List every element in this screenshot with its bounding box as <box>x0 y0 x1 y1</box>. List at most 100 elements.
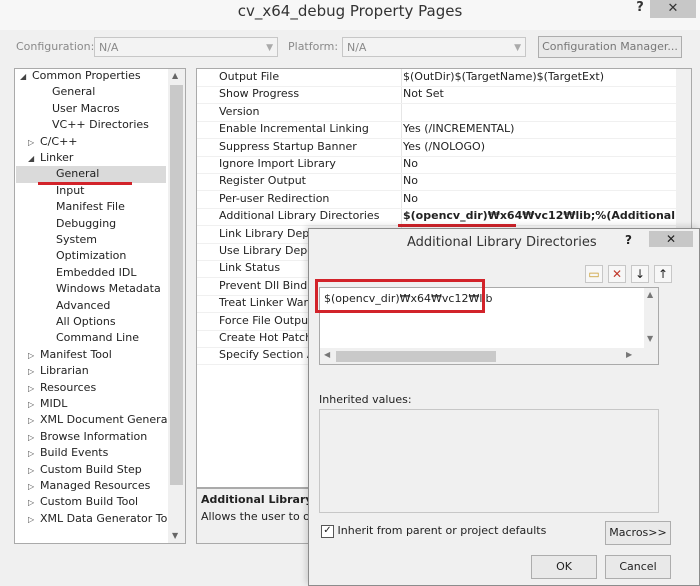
collapse-icon[interactable]: ◢ <box>20 69 32 85</box>
expand-icon[interactable]: ▷ <box>28 479 40 495</box>
expand-icon[interactable]: ▷ <box>28 512 40 528</box>
inherit-checkbox[interactable]: ✓ <box>321 524 334 538</box>
tree-item[interactable]: Embedded IDL <box>44 265 136 281</box>
tree-item[interactable]: ▷ C/C++ <box>28 134 78 150</box>
tree-item[interactable]: ◢ Common Properties <box>20 68 141 84</box>
tree-item[interactable]: ▷ Custom Build Tool <box>28 494 138 510</box>
tree-item[interactable]: Windows Metadata <box>44 281 161 297</box>
macros-button[interactable]: Macros>> <box>605 521 671 545</box>
tree-item[interactable]: Input <box>44 183 84 199</box>
property-row[interactable]: Show Progress Not Set <box>197 86 691 105</box>
move-down-icon[interactable]: ↓ <box>631 265 649 283</box>
tree-item[interactable]: ▷ Resources <box>28 380 96 396</box>
property-row[interactable]: Ignore Import Library No <box>197 156 691 174</box>
configuration-manager-button[interactable]: Configuration Manager... <box>538 36 682 58</box>
property-value[interactable]: Not Set <box>403 87 444 100</box>
tree-item[interactable]: ▷ Custom Build Step <box>28 462 142 478</box>
tree-item[interactable]: Debugging <box>44 216 116 232</box>
inherit-checkbox-row[interactable]: ✓ Inherit from parent or project default… <box>321 524 546 538</box>
configuration-select[interactable]: N/A ▼ <box>94 37 278 57</box>
tree-item[interactable]: Optimization <box>44 248 126 264</box>
cancel-button[interactable]: Cancel <box>605 555 671 579</box>
list-hscroll-thumb[interactable] <box>336 351 496 362</box>
chevron-down-icon: ▼ <box>514 43 521 53</box>
dialog-title: Additional Library Directories <box>407 235 597 250</box>
list-vscrollbar[interactable]: ▲ ▼ <box>644 288 658 348</box>
help-icon[interactable]: ? <box>630 0 650 20</box>
tree-item[interactable]: ▷ Build Events <box>28 445 108 461</box>
expand-icon[interactable]: ▷ <box>28 463 40 479</box>
scroll-down-icon[interactable]: ▼ <box>647 334 653 343</box>
close-button[interactable]: ✕ <box>650 0 696 18</box>
expand-icon[interactable]: ▷ <box>28 446 40 462</box>
tree-item-label: C/C++ <box>40 134 78 148</box>
tree-item[interactable]: System <box>44 232 97 248</box>
tree-item[interactable]: ▷ Manifest Tool <box>28 347 112 363</box>
tree-item[interactable]: ▷ Managed Resources <box>28 478 150 494</box>
delete-icon[interactable]: ✕ <box>608 265 626 283</box>
new-folder-icon[interactable]: ▭ <box>585 265 603 283</box>
tree-item[interactable]: General <box>40 84 95 100</box>
list-hscrollbar[interactable]: ◀ ▶ <box>320 348 658 364</box>
property-name: Use Library Depen <box>219 244 321 257</box>
scroll-up-icon[interactable]: ▲ <box>172 71 178 80</box>
property-row[interactable]: Register Output No <box>197 173 691 192</box>
property-row[interactable]: Enable Incremental Linking Yes (/INCREMEN… <box>197 121 691 140</box>
tree-item-label: MIDL <box>40 397 68 410</box>
property-row[interactable]: Output File $(OutDir)$(TargetName)$(Targe… <box>197 69 691 87</box>
tree-item[interactable]: ▷ XML Document Genera <box>28 412 167 428</box>
expand-icon[interactable]: ▷ <box>28 495 40 511</box>
expand-icon[interactable]: ▷ <box>28 381 40 397</box>
tree-scroll-thumb[interactable] <box>170 85 183 485</box>
tree-item[interactable]: All Options <box>44 314 116 330</box>
property-value[interactable]: $(OutDir)$(TargetName)$(TargetExt) <box>403 70 604 83</box>
tree-scrollbar[interactable]: ▲ ▼ <box>168 69 185 543</box>
scroll-right-icon[interactable]: ▶ <box>626 350 632 359</box>
tree-item[interactable]: ▷ XML Data Generator To <box>28 511 167 527</box>
property-value[interactable]: Yes (/INCREMENTAL) <box>403 122 514 135</box>
tree-item[interactable]: User Macros <box>40 101 120 117</box>
tree-item[interactable]: General <box>44 166 99 182</box>
tree-item-label: XML Document Genera <box>40 413 168 427</box>
expand-icon[interactable]: ▷ <box>28 430 40 446</box>
tree-item-label: Librarian <box>40 364 89 378</box>
tree-item-label: Command Line <box>56 331 139 345</box>
collapse-icon[interactable]: ◢ <box>28 151 40 167</box>
property-row[interactable]: Version <box>197 104 691 122</box>
tree-item[interactable]: ▷ MIDL <box>28 396 67 412</box>
property-name: Treat Linker Warni <box>219 296 318 310</box>
dialog-close-button[interactable]: ✕ <box>649 231 693 247</box>
move-up-icon[interactable]: ↑ <box>654 265 672 283</box>
tree-item-label: All Options <box>56 315 116 328</box>
property-value[interactable]: No <box>403 174 418 187</box>
property-value[interactable]: No <box>403 157 418 170</box>
tree-item-label: Input <box>56 183 85 197</box>
property-name: Force File Output <box>219 313 313 327</box>
tree-item[interactable]: Command Line <box>44 330 139 346</box>
property-value[interactable]: No <box>403 192 418 205</box>
expand-icon[interactable]: ▷ <box>28 135 40 151</box>
ok-button[interactable]: OK <box>531 555 597 579</box>
tree-item[interactable]: Advanced <box>44 298 110 314</box>
tree-item[interactable]: ▷ Browse Information <box>28 429 147 445</box>
property-value[interactable]: Yes (/NOLOGO) <box>403 140 485 153</box>
property-name: Prevent Dll Bindin <box>219 278 318 292</box>
dialog-help-icon[interactable]: ? <box>625 233 632 247</box>
tree-item[interactable]: VC++ Directories <box>40 117 149 133</box>
tree-item[interactable]: ▷ Librarian <box>28 363 89 379</box>
tree-item[interactable]: Manifest File <box>44 199 125 215</box>
tree-item-label: Debugging <box>56 216 117 230</box>
scroll-down-icon[interactable]: ▼ <box>172 531 178 540</box>
expand-icon[interactable]: ▷ <box>28 364 40 380</box>
expand-icon[interactable]: ▷ <box>28 413 40 429</box>
platform-select[interactable]: N/A ▼ <box>342 37 526 57</box>
description-text: Allows the user to ove <box>201 510 324 523</box>
property-row[interactable]: Per-user Redirection No <box>197 191 691 209</box>
expand-icon[interactable]: ▷ <box>28 348 40 364</box>
scroll-up-icon[interactable]: ▲ <box>647 290 653 299</box>
tree-item[interactable]: ◢ Linker <box>28 150 73 166</box>
expand-icon[interactable]: ▷ <box>28 397 40 413</box>
scroll-left-icon[interactable]: ◀ <box>324 350 330 359</box>
property-row[interactable]: Suppress Startup Banner Yes (/NOLOGO) <box>197 139 691 157</box>
property-value[interactable]: $(opencv_dir)₩x64₩vc12₩lib;%(AdditionalL… <box>403 209 691 222</box>
